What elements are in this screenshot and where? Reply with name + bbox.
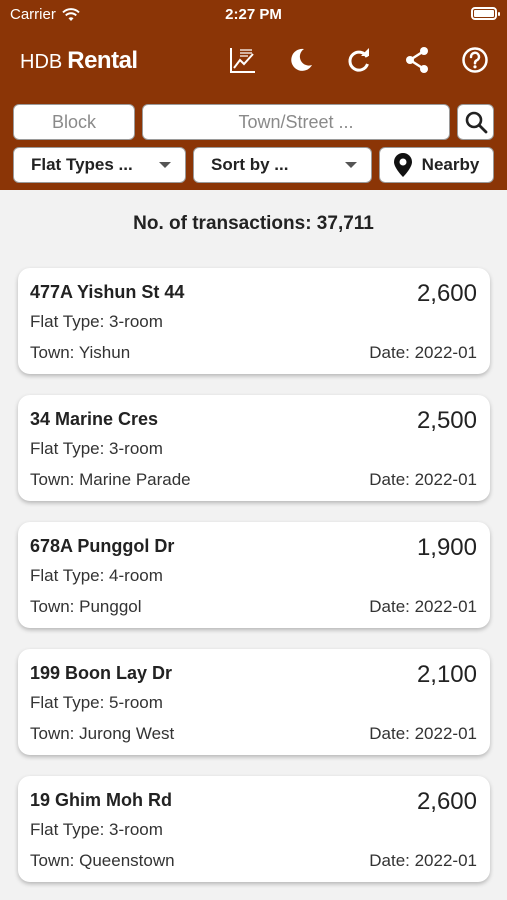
- chart-button[interactable]: [225, 42, 261, 78]
- location-pin-icon: [393, 153, 412, 177]
- app-title: HDB Rental: [20, 47, 138, 75]
- listing-list: 477A Yishun St 44 2,600 Flat Type: 3-roo…: [18, 268, 490, 900]
- listing-price: 2,600: [416, 280, 477, 307]
- nearby-label: Nearby: [421, 155, 480, 174]
- help-button[interactable]: [457, 42, 493, 78]
- share-icon: [406, 47, 428, 73]
- listing-price: 2,600: [416, 788, 477, 815]
- listing-town: Town: Yishun: [30, 343, 131, 362]
- transaction-count: No. of transactions: 37,711: [133, 213, 374, 234]
- app-title-prefix: HDB: [20, 51, 63, 73]
- flat-types-dropdown[interactable]: Flat Types ...: [13, 147, 186, 183]
- listing-price: 2,100: [416, 661, 477, 688]
- app-title-main: Rental: [67, 47, 138, 74]
- dark-mode-button[interactable]: [283, 42, 319, 78]
- listing-card[interactable]: 477A Yishun St 44 2,600 Flat Type: 3-roo…: [18, 268, 490, 374]
- help-icon: [462, 47, 488, 73]
- block-input[interactable]: Block: [13, 104, 135, 140]
- refresh-icon: [348, 48, 369, 72]
- listing-card[interactable]: 19 Ghim Moh Rd 2,600 Flat Type: 3-room T…: [18, 776, 490, 882]
- app-bar: HDB Rental: [0, 38, 507, 82]
- nearby-button[interactable]: Nearby: [379, 147, 494, 183]
- refresh-button[interactable]: [341, 42, 377, 78]
- battery-icon: [471, 7, 500, 20]
- listing-date: Date: 2022-01: [369, 470, 477, 489]
- listing-address: 34 Marine Cres: [30, 409, 159, 429]
- sort-label: Sort by ...: [211, 155, 289, 174]
- listing-address: 678A Punggol Dr: [30, 536, 175, 556]
- listing-town: Town: Queenstown: [30, 851, 175, 870]
- moon-icon: [291, 48, 312, 71]
- listing-date: Date: 2022-01: [369, 343, 477, 362]
- listing-card[interactable]: 678A Punggol Dr 1,900 Flat Type: 4-room …: [18, 522, 490, 628]
- chevron-down-icon: [159, 162, 171, 168]
- search-icon: [465, 111, 487, 134]
- listing-date: Date: 2022-01: [369, 724, 477, 743]
- listing-price: 1,900: [416, 534, 477, 561]
- listing-price: 2,500: [416, 407, 477, 434]
- search-row: Block Town/Street ...: [13, 104, 494, 140]
- chart-icon: [230, 48, 255, 73]
- listing-address: 477A Yishun St 44: [30, 282, 185, 302]
- listing-address: 199 Boon Lay Dr: [30, 663, 173, 683]
- chevron-down-icon: [345, 162, 357, 168]
- listing-town: Town: Punggol: [30, 597, 142, 616]
- listing-date: Date: 2022-01: [369, 597, 477, 616]
- listing-town: Town: Jurong West: [30, 724, 175, 743]
- filter-row: Flat Types ... Sort by ... Nearby: [13, 147, 494, 183]
- listing-flat-type: Flat Type: 3-room: [30, 820, 163, 839]
- flat-types-label: Flat Types ...: [31, 155, 133, 174]
- search-button[interactable]: [457, 104, 494, 140]
- listing-address: 19 Ghim Moh Rd: [30, 790, 173, 810]
- toolbar-actions: [225, 42, 493, 78]
- listing-flat-type: Flat Type: 4-room: [30, 566, 163, 585]
- share-button[interactable]: [399, 42, 435, 78]
- listing-card[interactable]: 34 Marine Cres 2,500 Flat Type: 3-room T…: [18, 395, 490, 501]
- listing-town: Town: Marine Parade: [30, 470, 191, 489]
- listing-flat-type: Flat Type: 3-room: [30, 439, 163, 458]
- status-bar: Carrier 2:27 PM: [0, 0, 507, 30]
- listing-flat-type: Flat Type: 3-room: [30, 312, 163, 331]
- town-street-input[interactable]: Town/Street ...: [142, 104, 450, 140]
- status-time: 2:27 PM: [225, 6, 282, 23]
- listing-date: Date: 2022-01: [369, 851, 477, 870]
- listing-flat-type: Flat Type: 5-room: [30, 693, 163, 712]
- listing-card[interactable]: 199 Boon Lay Dr 2,100 Flat Type: 5-room …: [18, 649, 490, 755]
- header: Carrier 2:27 PM HDB Rental Block Town/St…: [0, 0, 507, 190]
- sort-dropdown[interactable]: Sort by ...: [193, 147, 372, 183]
